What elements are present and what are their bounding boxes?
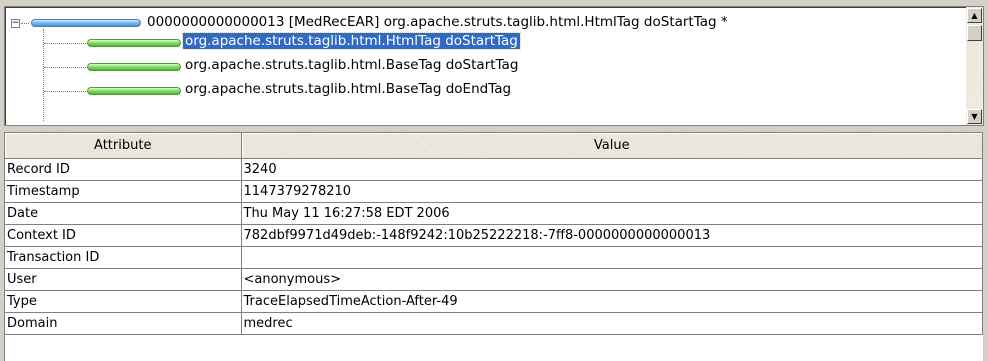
table-row[interactable]: Timestamp 1147379278210 — [5, 180, 983, 203]
attribute-table: Attribute Value Record ID 3240 Timestamp… — [4, 132, 983, 361]
attribute-cell: User — [5, 268, 242, 291]
tree-connector — [44, 91, 86, 92]
table-row[interactable]: User <anonymous> — [5, 268, 983, 291]
tree-node-root[interactable]: 0000000000000013 [MedRecEAR] org.apache.… — [147, 14, 728, 30]
scroll-up-icon[interactable]: ▲ — [967, 8, 982, 23]
tree-connector — [21, 23, 29, 24]
tree-connector — [44, 43, 86, 44]
scroll-down-icon[interactable]: ▼ — [967, 109, 982, 124]
value-cell: medrec — [241, 312, 983, 335]
scrollbar-thumb[interactable] — [967, 25, 982, 41]
value-cell: <anonymous> — [241, 268, 983, 291]
attribute-cell: Context ID — [5, 224, 242, 247]
attribute-cell: Date — [5, 202, 242, 225]
elapsed-time-bar — [87, 63, 181, 71]
table-header-row: Attribute Value — [5, 133, 983, 159]
column-header-value[interactable]: Value — [241, 133, 983, 159]
value-cell: 1147379278210 — [241, 180, 983, 203]
attribute-cell: Record ID — [5, 158, 242, 181]
value-cell: TraceElapsedTimeAction-After-49 — [241, 290, 983, 313]
tree-node[interactable]: org.apache.struts.taglib.html.BaseTag do… — [185, 57, 518, 73]
elapsed-time-bar — [87, 87, 181, 95]
elapsed-time-bar — [87, 39, 181, 47]
value-cell: 782dbf9971d49deb:-148f9242:10b25222218:-… — [241, 224, 983, 247]
tree-node-selected[interactable]: org.apache.struts.taglib.html.HtmlTag do… — [182, 32, 521, 50]
attribute-cell: Timestamp — [5, 180, 242, 203]
table-row[interactable]: Date Thu May 11 16:27:58 EDT 2006 — [5, 202, 983, 225]
tree-vertical-scrollbar[interactable]: ▲ ▼ — [966, 7, 983, 125]
value-cell — [241, 246, 983, 269]
table-row[interactable]: Domain medrec — [5, 312, 983, 335]
table-row[interactable]: Context ID 782dbf9971d49deb:-148f9242:10… — [5, 224, 983, 247]
collapse-toggle-icon[interactable]: − — [11, 19, 20, 28]
attribute-cell: Transaction ID — [5, 246, 242, 269]
table-row[interactable]: Type TraceElapsedTimeAction-After-49 — [5, 290, 983, 313]
trace-tree[interactable]: − 0000000000000013 [MedRecEAR] org.apach… — [4, 6, 984, 126]
attribute-cell: Type — [5, 290, 242, 313]
tree-connector — [44, 67, 86, 68]
table-row[interactable]: Transaction ID — [5, 246, 983, 269]
value-cell: 3240 — [241, 158, 983, 181]
attribute-cell: Domain — [5, 312, 242, 335]
table-row[interactable]: Record ID 3240 — [5, 158, 983, 181]
elapsed-time-bar-root — [31, 19, 141, 27]
value-cell: Thu May 11 16:27:58 EDT 2006 — [241, 202, 983, 225]
tree-node[interactable]: org.apache.struts.taglib.html.BaseTag do… — [185, 81, 511, 97]
column-header-attribute[interactable]: Attribute — [5, 133, 242, 159]
